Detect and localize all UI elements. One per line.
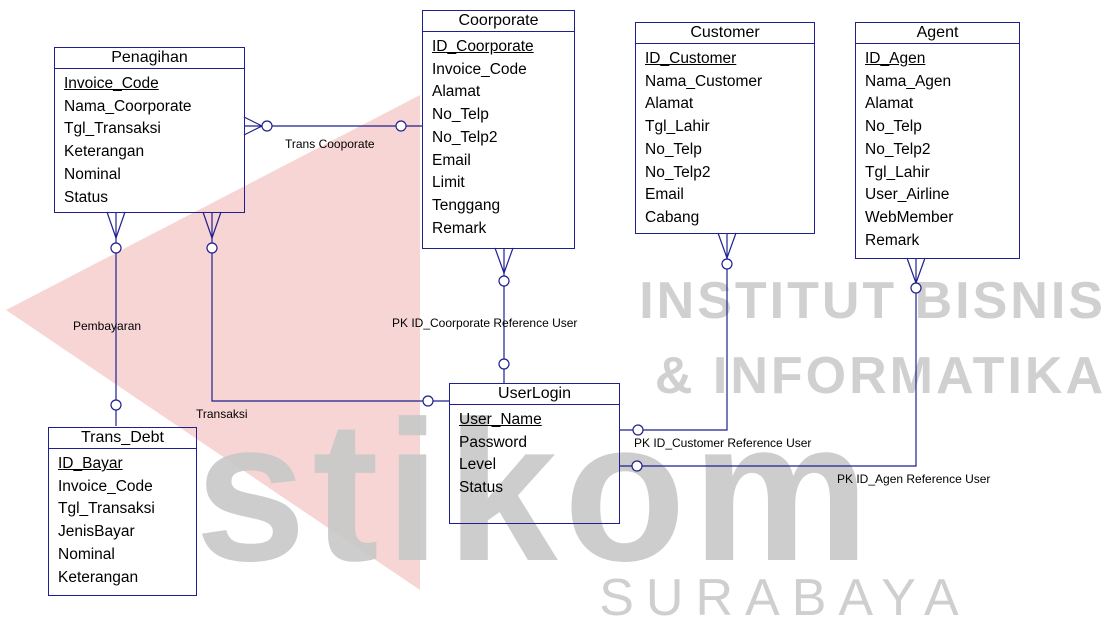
attribute-alamat: Alamat — [865, 95, 914, 113]
relationship-label-pembayaran: Pembayaran — [73, 319, 142, 333]
entity-customer-title: Customer — [636, 23, 814, 44]
attribute-invoice-code: Invoice_Code — [432, 60, 527, 78]
attribute-status: Status — [64, 188, 108, 206]
attribute-nominal: Nominal — [58, 545, 115, 563]
crowfoot-penagihan-a — [243, 116, 263, 127]
attribute-id-customer: ID_Customer — [645, 50, 737, 67]
attribute-limit: Limit — [432, 174, 465, 192]
optional-circle-coorporate — [395, 120, 407, 132]
relationship-label-agen-ref: PK ID_Agen Reference User — [837, 472, 991, 486]
entity-penagihan-attributes: Invoice_Code Nama_Coorporate Tgl_Transak… — [55, 69, 244, 209]
entity-coorporate-attributes: ID_Coorporate Invoice_Code Alamat No_Tel… — [423, 32, 574, 240]
entity-trans-debt[interactable]: Trans_Debt ID_Bayar Invoice_Code Tgl_Tra… — [48, 427, 197, 596]
entity-penagihan-title: Penagihan — [55, 48, 244, 69]
optional-circle-transaksi-top — [206, 242, 218, 254]
attribute-id-agen: ID_Agen — [865, 50, 926, 67]
attribute-cabang: Cabang — [645, 208, 700, 226]
optional-circle-agent-top — [910, 282, 922, 294]
optional-circle-pembayaran-bottom — [110, 399, 122, 411]
crowfoot-agent-a — [906, 257, 917, 284]
attribute-nama-agen: Nama_Agen — [865, 72, 952, 90]
entity-trans-debt-attributes: ID_Bayar Invoice_Code Tgl_Transaksi Jeni… — [49, 449, 196, 589]
optional-circle-customer-bottom — [632, 424, 644, 436]
crowfoot-agent-b — [915, 257, 926, 284]
crowfoot-coorporate-a — [494, 247, 505, 274]
relationship-label-trans-cooporate: Trans Cooporate — [285, 137, 375, 151]
attribute-remark: Remark — [432, 219, 487, 237]
attribute-alamat: Alamat — [645, 95, 694, 113]
agen-ref-line — [619, 258, 917, 467]
entity-trans-debt-title: Trans_Debt — [49, 428, 196, 449]
attribute-keterangan: Keterangan — [58, 568, 139, 586]
entity-agent-attributes: ID_Agen Nama_Agen Alamat No_Telp No_Telp… — [856, 44, 1019, 252]
entity-customer-attributes: ID_Customer Nama_Customer Alamat Tgl_Lah… — [636, 44, 814, 230]
entity-userlogin-attributes: User_Name Password Level Status — [450, 405, 619, 500]
optional-circle-coorporate-ref-top — [498, 275, 510, 287]
attribute-no-telp: No_Telp — [432, 106, 489, 124]
entity-penagihan[interactable]: Penagihan Invoice_Code Nama_Coorporate T… — [54, 47, 245, 213]
attribute-keterangan: Keterangan — [64, 143, 145, 161]
attribute-no-telp: No_Telp — [865, 118, 922, 136]
entity-customer[interactable]: Customer ID_Customer Nama_Customer Alama… — [635, 22, 815, 234]
attribute-email: Email — [645, 186, 684, 204]
optional-circle-coorporate-ref-bottom — [498, 358, 510, 370]
entity-coorporate[interactable]: Coorporate ID_Coorporate Invoice_Code Al… — [422, 10, 575, 249]
attribute-alamat: Alamat — [432, 83, 481, 101]
attribute-id-coorporate: ID_Coorporate — [432, 38, 534, 55]
attribute-nominal: Nominal — [64, 165, 121, 183]
crowfoot-penagihan-b — [243, 125, 263, 136]
attribute-invoice-code: Invoice_Code — [58, 477, 153, 495]
customer-ref-line — [619, 233, 728, 431]
attribute-tgl-transaksi: Tgl_Transaksi — [58, 500, 155, 518]
attribute-level: Level — [459, 456, 497, 474]
attribute-tenggang: Tenggang — [432, 196, 501, 214]
attribute-jenisbayar: JenisBayar — [58, 523, 135, 541]
crowfoot-pembayaran-b — [115, 211, 126, 239]
attribute-no-telp2: No_Telp2 — [432, 128, 498, 146]
attribute-user-name: User_Name — [459, 411, 542, 428]
crowfoot-coorporate-b — [503, 247, 514, 274]
attribute-remark: Remark — [865, 231, 920, 249]
attribute-no-telp2: No_Telp2 — [865, 140, 931, 158]
attribute-password: Password — [459, 433, 528, 451]
crowfoot-transaksi-b — [211, 211, 222, 239]
attribute-tgl-transaksi: Tgl_Transaksi — [64, 120, 161, 138]
attribute-user-airline: User_Airline — [865, 186, 950, 204]
attribute-status: Status — [459, 479, 503, 497]
optional-circle-customer-top — [721, 258, 733, 270]
entity-agent-title: Agent — [856, 23, 1019, 44]
transaksi-line — [211, 212, 449, 402]
attribute-tgl-lahir: Tgl_Lahir — [645, 118, 710, 136]
attribute-webmember: WebMember — [865, 208, 954, 226]
optional-circle-agent-bottom — [631, 460, 643, 472]
relationship-label-customer-ref: PK ID_Customer Reference User — [634, 436, 812, 450]
crowfoot-transaksi-a — [202, 211, 213, 239]
entity-agent[interactable]: Agent ID_Agen Nama_Agen Alamat No_Telp N… — [855, 22, 1020, 259]
entity-coorporate-title: Coorporate — [423, 11, 574, 32]
attribute-tgl-lahir: Tgl_Lahir — [865, 163, 930, 181]
crowfoot-pembayaran-a — [106, 211, 117, 239]
crowfoot-customer-b — [726, 232, 737, 259]
attribute-invoice-code: Invoice_Code — [64, 75, 159, 92]
entity-userlogin-title: UserLogin — [450, 384, 619, 405]
optional-circle-pembayaran-top — [110, 242, 122, 254]
attribute-email: Email — [432, 151, 471, 169]
optional-circle-transaksi-userlogin — [422, 395, 434, 407]
attribute-no-telp2: No_Telp2 — [645, 163, 711, 181]
attribute-no-telp: No_Telp — [645, 140, 702, 158]
relationship-label-transaksi: Transaksi — [196, 407, 248, 421]
diagram-canvas: INSTITUT BISNIS & INFORMATIKA stikom SUR… — [0, 0, 1109, 626]
relationship-label-coorporate-ref: PK ID_Coorporate Reference User — [392, 316, 578, 330]
attribute-id-bayar: ID_Bayar — [58, 455, 123, 472]
optional-circle-penagihan — [261, 120, 273, 132]
attribute-nama-coorporate: Nama_Coorporate — [64, 97, 192, 115]
attribute-nama-customer: Nama_Customer — [645, 72, 763, 90]
entity-userlogin[interactable]: UserLogin User_Name Password Level Statu… — [449, 383, 620, 524]
crowfoot-customer-a — [717, 232, 728, 259]
